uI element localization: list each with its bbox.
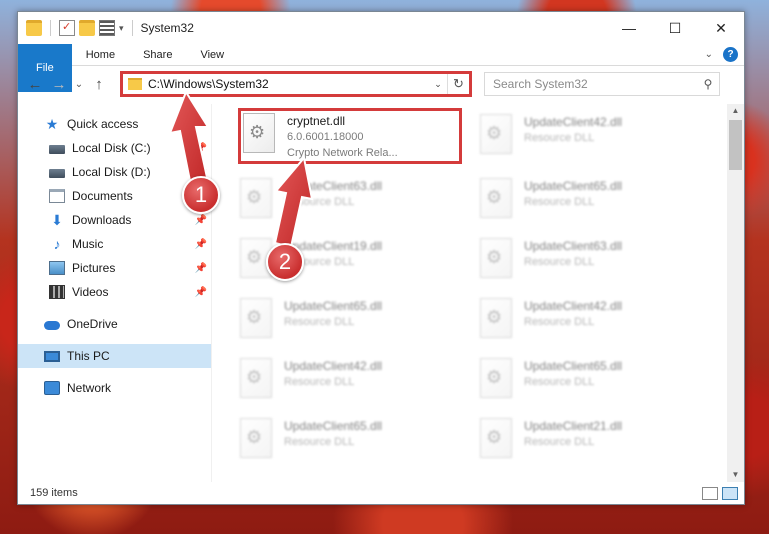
status-bar: 159 items bbox=[18, 482, 744, 504]
file-item[interactable]: UpdateClient65.dllResource DLL bbox=[478, 356, 712, 404]
recent-locations-button[interactable]: ⌄ bbox=[72, 79, 86, 90]
properties-check-icon[interactable] bbox=[59, 20, 75, 36]
dll-file-icon bbox=[240, 358, 272, 398]
folder-icon bbox=[128, 78, 142, 90]
title-bar: ▾ System32 — ☐ ✕ bbox=[18, 12, 744, 44]
expand-ribbon-icon[interactable]: ⌄ bbox=[705, 49, 713, 60]
pin-icon[interactable]: 📌 bbox=[195, 263, 207, 274]
sidebar-item-local-disk-c[interactable]: Local Disk (C:) 📌 bbox=[18, 136, 211, 160]
dll-file-icon bbox=[243, 113, 275, 153]
sidebar-item-this-pc[interactable]: This PC bbox=[18, 344, 211, 368]
sidebar-item-videos[interactable]: Videos 📌 bbox=[18, 280, 211, 304]
pin-icon[interactable]: 📌 bbox=[195, 239, 207, 250]
dll-file-icon bbox=[480, 418, 512, 458]
pc-icon bbox=[44, 350, 60, 362]
file-name: cryptnet.dll bbox=[287, 114, 346, 128]
search-input[interactable]: Search System32 ⚲ bbox=[484, 72, 720, 96]
item-count: 159 items bbox=[30, 487, 78, 499]
properties-icon[interactable] bbox=[99, 20, 115, 36]
pictures-icon bbox=[49, 261, 65, 275]
music-icon: ♪ bbox=[53, 236, 61, 252]
pin-icon[interactable]: 📌 bbox=[195, 143, 207, 154]
search-icon[interactable]: ⚲ bbox=[697, 77, 719, 91]
search-placeholder: Search System32 bbox=[493, 77, 588, 91]
quick-access-toolbar: ▾ bbox=[26, 20, 137, 36]
dll-file-icon bbox=[480, 238, 512, 278]
forward-button[interactable]: → bbox=[48, 76, 70, 93]
file-item[interactable]: UpdateClient65.dllResource DLL bbox=[238, 416, 472, 464]
file-item[interactable]: UpdateClient42.dllResource DLL bbox=[478, 112, 712, 160]
star-icon: ★ bbox=[45, 116, 59, 132]
tab-view[interactable]: View bbox=[186, 44, 238, 65]
file-version: 6.0.6001.18000 bbox=[287, 131, 364, 143]
close-button[interactable]: ✕ bbox=[698, 12, 744, 44]
scroll-up-icon[interactable]: ▲ bbox=[727, 104, 744, 118]
step-2-badge: 2 bbox=[266, 243, 304, 281]
maximize-button[interactable]: ☐ bbox=[652, 12, 698, 44]
sidebar-item-onedrive[interactable]: OneDrive bbox=[18, 312, 211, 336]
sidebar-item-pictures[interactable]: Pictures 📌 bbox=[18, 256, 211, 280]
file-item[interactable]: UpdateClient42.dllResource DLL bbox=[238, 356, 472, 404]
documents-icon bbox=[49, 189, 65, 203]
navigation-pane: ★ Quick access Local Disk (C:) 📌 Local D… bbox=[18, 104, 212, 482]
pin-icon[interactable]: 📌 bbox=[195, 215, 207, 226]
ribbon-tabs: File Home Share View ⌄ ? bbox=[18, 44, 744, 92]
new-folder-icon[interactable] bbox=[79, 20, 95, 36]
download-icon: ⬇ bbox=[51, 212, 63, 228]
address-path[interactable]: C:\Windows\System32 bbox=[148, 77, 429, 91]
file-item[interactable]: UpdateClient63.dllResource DLL bbox=[238, 176, 472, 224]
vertical-scrollbar[interactable]: ▲ ▼ bbox=[727, 104, 744, 482]
details-view-icon[interactable] bbox=[702, 486, 718, 500]
file-item-cryptnet[interactable]: cryptnet.dll 6.0.6001.18000 Crypto Netwo… bbox=[238, 108, 462, 164]
pin-icon[interactable]: 📌 bbox=[195, 287, 207, 298]
refresh-icon[interactable]: ↻ bbox=[447, 74, 469, 94]
dll-file-icon bbox=[480, 298, 512, 338]
disk-icon bbox=[49, 169, 65, 178]
dll-file-icon bbox=[480, 358, 512, 398]
file-item[interactable]: UpdateClient65.dllResource DLL bbox=[478, 176, 712, 224]
navigation-bar: ← → ⌄ ↑ C:\Windows\System32 ⌄ ↻ Search S… bbox=[18, 66, 744, 102]
minimize-button[interactable]: — bbox=[606, 12, 652, 44]
large-icons-view-icon[interactable] bbox=[722, 486, 738, 500]
help-icon[interactable]: ? bbox=[723, 47, 738, 62]
dll-file-icon bbox=[480, 178, 512, 218]
step-1-badge: 1 bbox=[182, 176, 220, 214]
tab-home[interactable]: Home bbox=[72, 44, 129, 65]
window-controls: — ☐ ✕ bbox=[606, 12, 744, 44]
file-item[interactable]: UpdateClient42.dllResource DLL bbox=[478, 296, 712, 344]
file-list: cryptnet.dll 6.0.6001.18000 Crypto Netwo… bbox=[212, 104, 744, 482]
dll-file-icon bbox=[240, 298, 272, 338]
file-explorer-window: ▾ System32 — ☐ ✕ File Home Share View ⌄ … bbox=[17, 11, 745, 505]
dll-file-icon bbox=[240, 178, 272, 218]
file-description: Crypto Network Rela... bbox=[287, 147, 398, 159]
sidebar-item-network[interactable]: Network bbox=[18, 376, 211, 400]
dll-file-icon bbox=[240, 418, 272, 458]
sidebar-item-local-disk-d[interactable]: Local Disk (D:) 📌 bbox=[18, 160, 211, 184]
scroll-down-icon[interactable]: ▼ bbox=[727, 468, 744, 482]
network-icon bbox=[44, 381, 60, 395]
cloud-icon bbox=[44, 321, 60, 330]
file-item[interactable]: UpdateClient63.dllResource DLL bbox=[478, 236, 712, 284]
window-title: System32 bbox=[140, 21, 194, 35]
videos-icon bbox=[49, 285, 65, 299]
sidebar-item-downloads[interactable]: ⬇ Downloads 📌 bbox=[18, 208, 211, 232]
address-bar[interactable]: C:\Windows\System32 ⌄ ↻ bbox=[120, 71, 472, 97]
dll-file-icon bbox=[480, 114, 512, 154]
disk-icon bbox=[49, 145, 65, 154]
scroll-thumb[interactable] bbox=[729, 120, 742, 170]
sidebar-item-music[interactable]: ♪ Music 📌 bbox=[18, 232, 211, 256]
up-button[interactable]: ↑ bbox=[88, 76, 110, 93]
folder-icon bbox=[26, 20, 42, 36]
sidebar-item-quick-access[interactable]: ★ Quick access bbox=[18, 112, 211, 136]
file-item[interactable]: UpdateClient21.dllResource DLL bbox=[478, 416, 712, 464]
file-item[interactable]: UpdateClient65.dllResource DLL bbox=[238, 296, 472, 344]
customize-toolbar-icon[interactable]: ▾ bbox=[119, 23, 124, 34]
tab-share[interactable]: Share bbox=[129, 44, 186, 65]
address-dropdown-icon[interactable]: ⌄ bbox=[429, 79, 447, 90]
back-button[interactable]: ← bbox=[24, 76, 46, 93]
